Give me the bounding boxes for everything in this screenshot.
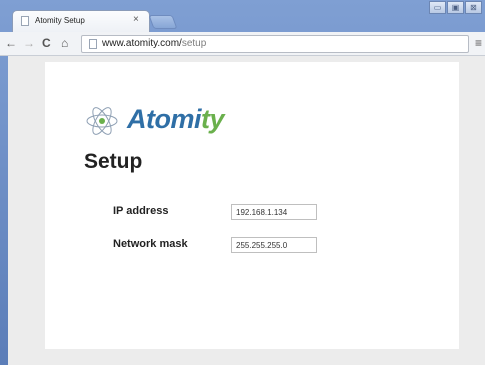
ip-address-label: IP address [113,205,169,217]
tab-atomity-setup[interactable]: Atomity Setup × [12,10,150,32]
close-window-button[interactable]: ⊠ [465,1,482,14]
logo-text-accent: ty [201,104,225,134]
logo-text-main: Atomi [127,104,202,134]
url-path: setup [181,38,207,49]
browser-window: Atomity Setup × ▭ ▣ ⊠ ← → C ⌂ www.atomit… [0,0,485,365]
network-mask-input[interactable] [231,237,317,253]
forward-arrow-icon[interactable]: → [23,36,35,50]
page-icon [89,39,97,49]
atom-icon [86,107,118,135]
maximize-button[interactable]: ▣ [447,1,464,14]
url-host: www.atomity.com/ [102,38,182,49]
reload-icon[interactable]: C [42,36,51,50]
page-viewport: Atomity Setup IP address Network mask [8,56,485,365]
setup-page: Atomity Setup IP address Network mask [45,62,459,349]
home-icon[interactable]: ⌂ [61,36,68,50]
tab-title: Atomity Setup [35,16,85,25]
address-bar[interactable]: www.atomity.com/setup [81,35,469,53]
window-controls: ▭ ▣ ⊠ [428,1,482,15]
ip-address-input[interactable] [231,204,317,220]
menu-icon[interactable]: ≡ [475,36,482,50]
page-title: Setup [84,150,143,173]
browser-toolbar: ← → C ⌂ www.atomity.com/setup ≡ [0,32,485,56]
minimize-button[interactable]: ▭ [429,1,446,14]
new-tab-button[interactable] [148,15,178,29]
page-icon [21,16,29,26]
close-icon[interactable]: × [133,14,139,25]
network-mask-label: Network mask [113,238,188,250]
brand-logo-text: Atomity [127,104,225,135]
url-text: www.atomity.com/setup [102,38,206,49]
back-arrow-icon[interactable]: ← [5,36,17,50]
